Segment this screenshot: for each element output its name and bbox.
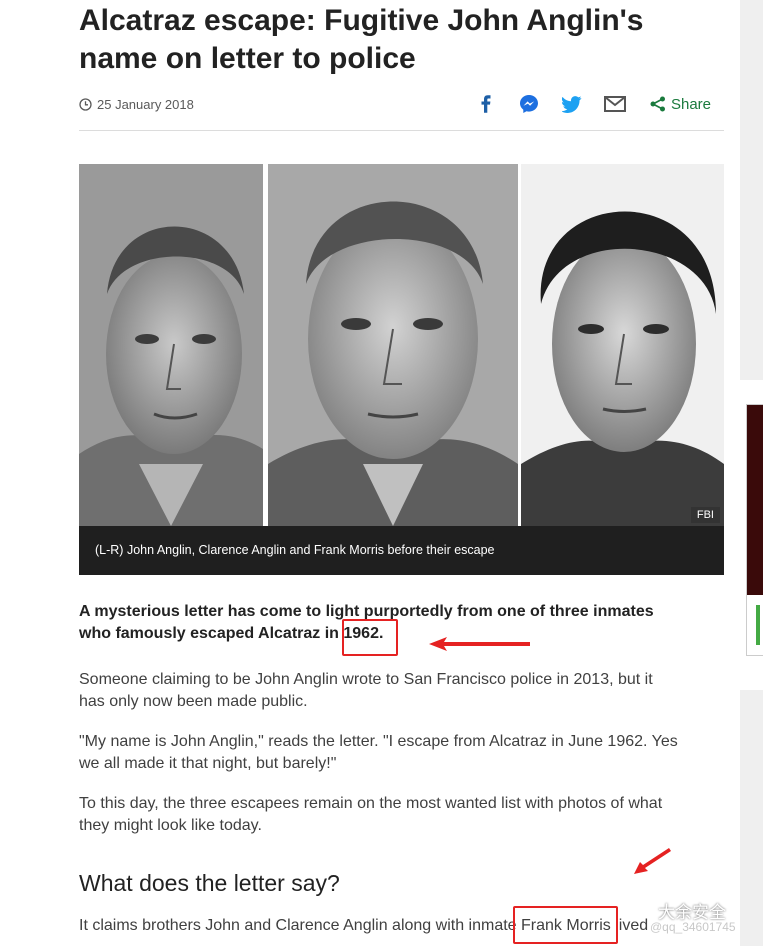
messenger-icon[interactable] (518, 93, 540, 115)
twitter-icon[interactable] (561, 93, 583, 115)
right-sidebar-edge (740, 0, 763, 946)
image-credit: FBI (690, 507, 720, 523)
facebook-icon[interactable] (475, 93, 497, 115)
sidebar-ad[interactable] (746, 404, 763, 656)
date-text: 25 January 2018 (97, 97, 194, 112)
email-icon[interactable] (603, 93, 626, 115)
article-paragraph: Someone claiming to be John Anglin wrote… (79, 671, 653, 710)
article-paragraph: "My name is John Anglin," reads the lett… (79, 733, 678, 772)
article-figure: FBI (L-R) John Anglin, Clarence Anglin a… (79, 164, 724, 575)
annotation-arrow (634, 848, 671, 874)
photo-clarence-anglin (268, 164, 518, 526)
annotation-highlight-box (513, 906, 618, 944)
section-heading: What does the letter say? (79, 870, 340, 896)
mugshot-photos (79, 164, 724, 526)
share-icon (650, 96, 665, 112)
share-label: Share (670, 95, 711, 113)
article-paragraph: To this day, the three escapees remain o… (79, 795, 663, 834)
article-headline: Alcatraz escape: Fugitive John Anglin's … (79, 4, 644, 75)
watermark-handle: @qq_34601745 (650, 920, 736, 934)
clock-icon (79, 98, 92, 111)
photo-john-anglin (79, 164, 263, 526)
share-button[interactable]: Share (650, 96, 711, 113)
article-meta: 25 January 2018 Share (79, 90, 724, 120)
photo-frank-morris (521, 164, 724, 526)
share-toolbar: Share (454, 93, 711, 115)
annotation-highlight-box (342, 619, 398, 656)
meta-divider (79, 130, 724, 131)
article-date: 25 January 2018 (79, 97, 194, 112)
wechat-icon (626, 901, 650, 919)
annotation-arrow (429, 637, 530, 651)
image-caption: (L-R) John Anglin, Clarence Anglin and F… (95, 543, 495, 557)
